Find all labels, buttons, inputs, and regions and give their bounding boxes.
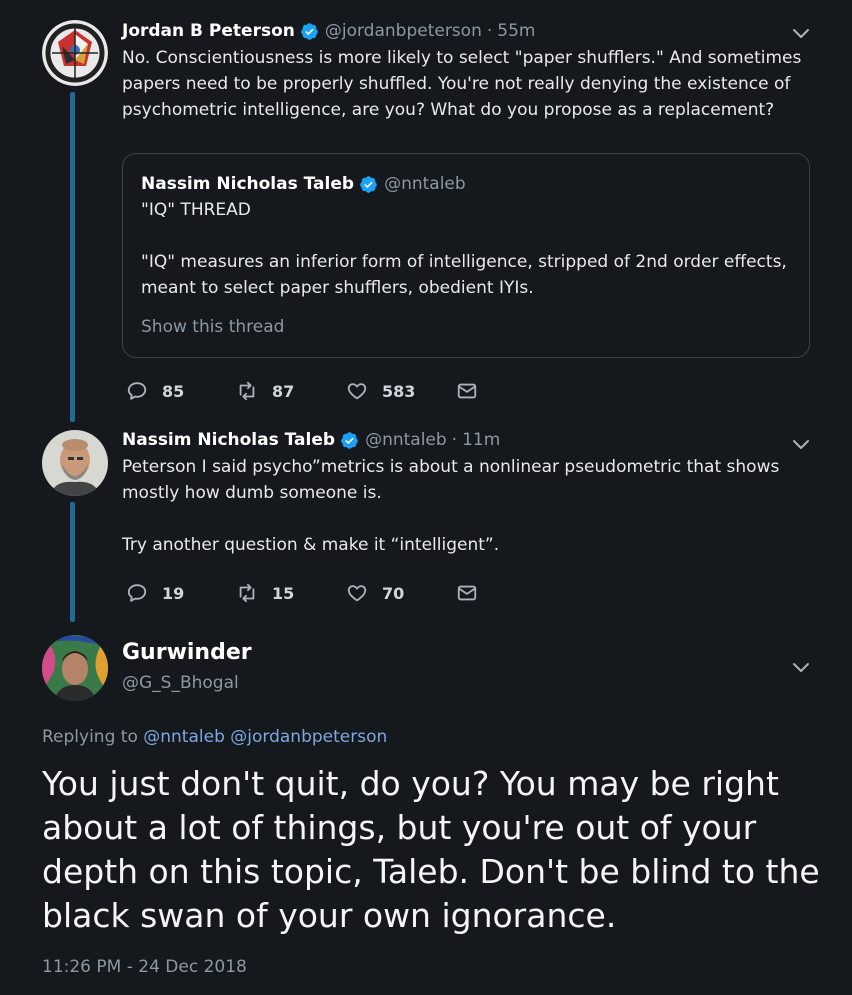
- main-tweet-text: You just don't quit, do you? You may be …: [42, 764, 820, 935]
- direct-message-button[interactable]: [456, 380, 492, 402]
- reply-count: 19: [162, 583, 185, 603]
- like-count: 70: [382, 583, 405, 603]
- separator-dot: ·: [451, 430, 458, 450]
- retweet-count: 87: [272, 381, 295, 401]
- reply-icon: [127, 382, 147, 400]
- main-tweet-header: Gurwinder @G_S_Bhogal: [122, 640, 822, 693]
- author-handle[interactable]: @jordanbpeterson: [325, 20, 482, 42]
- chevron-down-icon[interactable]: [792, 435, 810, 453]
- verified-badge-icon: [360, 175, 377, 193]
- retweet-button[interactable]: 15: [236, 582, 346, 604]
- separator-dot: ·: [486, 21, 493, 41]
- show-thread-link[interactable]: Show this thread: [141, 317, 791, 337]
- quoted-tweet-header: Nassim Nicholas Taleb @nntaleb: [141, 173, 791, 195]
- verified-badge-icon: [301, 22, 318, 40]
- retweet-icon: [239, 583, 255, 603]
- tweet-actions: 19 15 70: [126, 582, 492, 604]
- replying-to: Replying to @nntaleb @jordanbpeterson: [42, 727, 387, 747]
- reply-mention-link[interactable]: @jordanbpeterson: [230, 727, 387, 747]
- tweet-jordan-peterson[interactable]: Jordan B Peterson @jordanbpeterson · 55m…: [122, 20, 822, 123]
- heart-icon: [347, 585, 367, 602]
- author-name[interactable]: Jordan B Peterson: [122, 20, 295, 42]
- tweet-text: No. Conscientiousness is more likely to …: [122, 48, 802, 120]
- avatar[interactable]: [42, 430, 108, 496]
- verified-badge-icon: [341, 431, 358, 449]
- like-count: 583: [382, 381, 416, 401]
- reply-icon: [127, 584, 147, 602]
- retweet-button[interactable]: 87: [236, 380, 346, 402]
- tweet-actions: 85 87 583: [126, 380, 492, 402]
- author-name[interactable]: Gurwinder: [122, 640, 822, 665]
- tweet-thread: Jordan B Peterson @jordanbpeterson · 55m…: [0, 0, 852, 995]
- chevron-down-icon[interactable]: [792, 658, 810, 676]
- quoted-author-handle: @nntaleb: [384, 174, 466, 194]
- tweet-nassim-taleb[interactable]: Nassim Nicholas Taleb @nntaleb · 11m Pet…: [122, 429, 822, 558]
- author-handle[interactable]: @nntaleb: [365, 429, 447, 451]
- tweet-header: Nassim Nicholas Taleb @nntaleb · 11m: [122, 429, 822, 451]
- quoted-tweet[interactable]: Nassim Nicholas Taleb @nntaleb "IQ" THRE…: [122, 153, 810, 358]
- thread-connector-line: [70, 502, 75, 622]
- quoted-tweet-text: "IQ" THREAD "IQ" measures an inferior fo…: [141, 200, 787, 298]
- author-handle[interactable]: @G_S_Bhogal: [122, 673, 822, 693]
- replying-to-label: Replying to: [42, 727, 138, 747]
- quoted-author-name: Nassim Nicholas Taleb: [141, 174, 355, 194]
- author-name[interactable]: Nassim Nicholas Taleb: [122, 429, 335, 451]
- avatar[interactable]: [42, 20, 108, 86]
- tweet-time[interactable]: 11m: [462, 429, 500, 451]
- envelope-icon: [457, 585, 477, 601]
- chevron-down-icon[interactable]: [792, 24, 810, 42]
- reply-count: 85: [162, 381, 185, 401]
- heart-icon: [347, 383, 367, 400]
- envelope-icon: [457, 383, 477, 399]
- like-button[interactable]: 70: [346, 582, 456, 604]
- tweet-header: Jordan B Peterson @jordanbpeterson · 55m: [122, 20, 822, 42]
- reply-mention-link[interactable]: @nntaleb: [143, 727, 225, 747]
- avatar[interactable]: [42, 635, 108, 701]
- thread-connector-line: [70, 92, 75, 422]
- tweet-time[interactable]: 55m: [497, 20, 535, 42]
- retweet-icon: [239, 381, 255, 401]
- retweet-count: 15: [272, 583, 295, 603]
- reply-button[interactable]: 19: [126, 582, 236, 604]
- reply-button[interactable]: 85: [126, 380, 236, 402]
- tweet-text: Peterson I said psycho”metrics is about …: [122, 457, 780, 555]
- like-button[interactable]: 583: [346, 380, 456, 402]
- direct-message-button[interactable]: [456, 582, 492, 604]
- tweet-timestamp[interactable]: 11:26 PM - 24 Dec 2018: [42, 957, 247, 977]
